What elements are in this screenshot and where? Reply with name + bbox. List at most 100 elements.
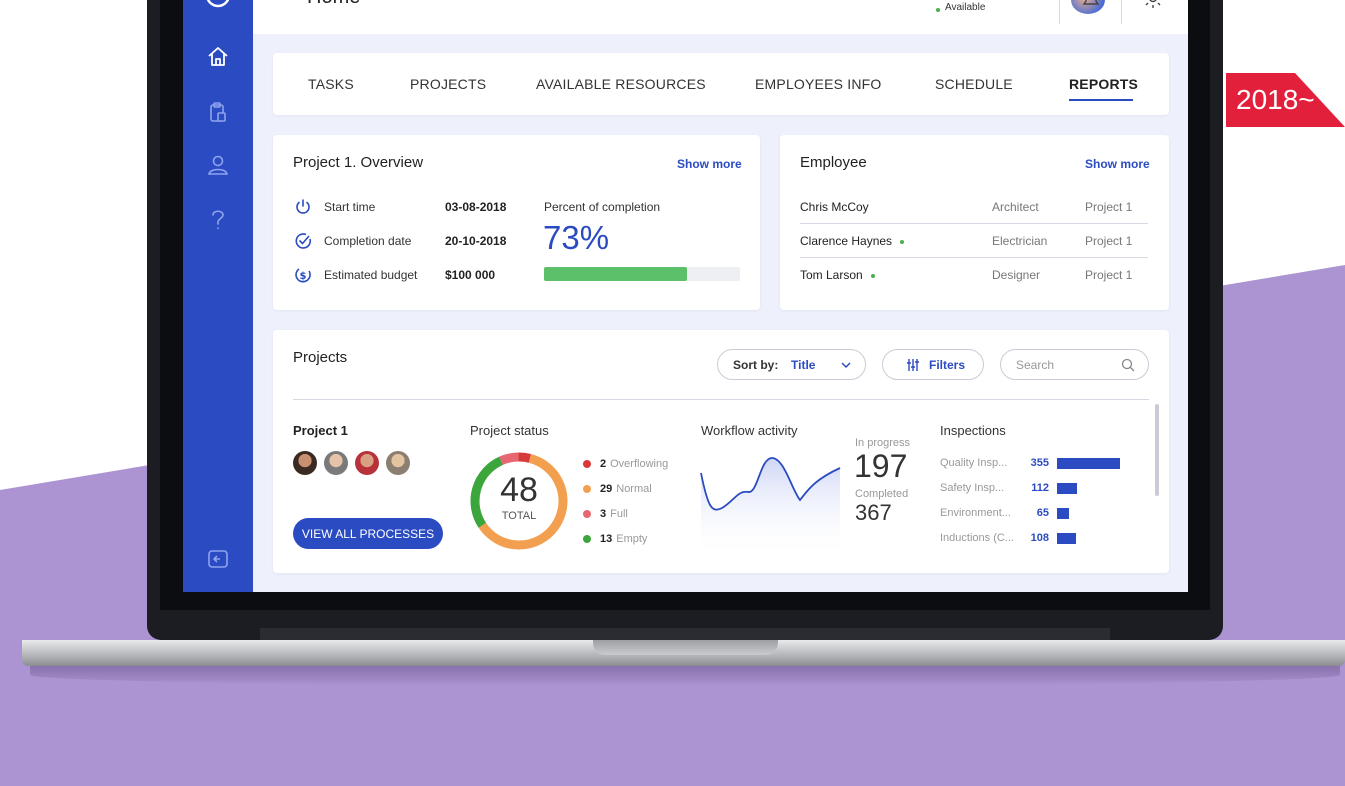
employee-role: Electrician — [992, 234, 1048, 248]
projects-card: Projects Sort by: Title Filters Search P… — [273, 330, 1169, 573]
laptop-shadow — [30, 664, 1340, 686]
avatar[interactable] — [324, 451, 348, 475]
tab-schedule[interactable]: SCHEDULE — [935, 76, 1013, 92]
svg-text:$: $ — [300, 271, 307, 282]
employee-title: Employee — [800, 154, 867, 171]
tab-employees-info[interactable]: EMPLOYEES INFO — [755, 76, 882, 92]
legend-item: 3 Full — [583, 508, 628, 520]
employee-project: Project 1 — [1085, 234, 1133, 248]
page-title: Home — [307, 0, 360, 9]
search-input[interactable]: Search — [1000, 349, 1149, 380]
top-bar: Home Available — [253, 0, 1188, 34]
inspection-value: 65 — [1036, 507, 1049, 519]
employee-name: Tom Larson — [800, 268, 875, 282]
avatar[interactable] — [293, 451, 317, 475]
completion-date-label: Completion date — [324, 234, 412, 248]
tab-projects[interactable]: PROJECTS — [410, 76, 486, 92]
legend-item: 29 Normal — [583, 483, 652, 495]
completion-progress-bar — [544, 267, 740, 281]
status-dot — [936, 8, 940, 12]
inspection-bar — [1057, 458, 1120, 469]
filters-button[interactable]: Filters — [882, 349, 984, 380]
sidebar — [183, 0, 253, 592]
inspection-label: Inductions (C... — [940, 532, 1014, 544]
employee-row[interactable]: Chris McCoy Architect Project 1 — [800, 190, 1148, 224]
completion-date-value: 20-10-2018 — [445, 234, 507, 248]
sort-dropdown[interactable]: Sort by: Title — [717, 349, 866, 380]
inspection-bar — [1057, 483, 1077, 494]
scrollbar[interactable] — [1155, 404, 1159, 496]
completed-label: Completed — [855, 488, 909, 500]
divider — [1059, 0, 1060, 24]
power-icon — [296, 199, 310, 214]
inspection-bar — [1057, 508, 1069, 519]
project-status-title: Project status — [470, 423, 549, 438]
projects-title: Projects — [293, 349, 348, 366]
help-icon[interactable] — [205, 206, 231, 232]
inspection-bar — [1057, 533, 1076, 544]
donut-segment — [499, 452, 519, 465]
employee-role: Designer — [992, 268, 1041, 282]
dollar-circle-icon: $ — [295, 268, 311, 283]
workflow-sparkline — [700, 457, 841, 558]
bell-icon[interactable] — [1079, 0, 1103, 10]
search-placeholder: Search — [1016, 358, 1055, 372]
legend-item: 13 Empty — [583, 533, 647, 545]
inspection-label: Safety Insp... — [940, 482, 1005, 494]
employee-project: Project 1 — [1085, 200, 1133, 214]
employee-name: Clarence Haynes — [800, 234, 905, 248]
active-tab-indicator — [1069, 99, 1133, 101]
view-all-processes-button[interactable]: VIEW ALL PROCESSES — [293, 518, 443, 549]
online-dot — [870, 273, 875, 278]
in-progress-value: 197 — [854, 448, 908, 484]
tab-reports[interactable]: REPORTS — [1069, 76, 1138, 92]
estimated-budget-label: Estimated budget — [324, 268, 418, 282]
employee-row[interactable]: Clarence Haynes Electrician Project 1 — [800, 224, 1148, 258]
tab-available-resources[interactable]: AVAILABLE RESOURCES — [536, 76, 706, 92]
search-icon — [1121, 358, 1135, 372]
employee-project: Project 1 — [1085, 268, 1133, 282]
employee-row[interactable]: Tom Larson Designer Project 1 — [800, 258, 1148, 292]
project-name: Project 1 — [293, 423, 348, 438]
filter-icon — [907, 359, 919, 371]
legend-dot — [583, 485, 591, 493]
completed-value: 367 — [855, 500, 892, 525]
divider — [293, 399, 1149, 400]
filters-label: Filters — [929, 358, 966, 372]
inspection-value: 108 — [1030, 532, 1049, 544]
employee-show-more-link[interactable]: Show more — [1085, 157, 1150, 171]
home-icon[interactable] — [205, 44, 231, 70]
inspection-value: 355 — [1030, 457, 1049, 469]
clipboard-icon[interactable] — [205, 100, 231, 126]
logout-icon[interactable] — [205, 546, 231, 572]
estimated-budget-value: $100 000 — [445, 268, 496, 282]
check-circle-icon — [295, 233, 312, 249]
laptop-notch — [593, 640, 778, 655]
avatar[interactable] — [355, 451, 379, 475]
avatar[interactable] — [386, 451, 410, 475]
legend-dot — [583, 510, 591, 518]
user-icon[interactable] — [205, 152, 231, 178]
overview-show-more-link[interactable]: Show more — [677, 157, 742, 171]
laptop-hinge — [260, 628, 1110, 640]
tab-tasks[interactable]: TASKS — [308, 76, 354, 92]
gear-icon[interactable] — [1141, 0, 1165, 10]
percent-completion-label: Percent of completion — [544, 200, 661, 214]
chevron-down-icon — [841, 362, 851, 369]
start-time-label: Start time — [324, 200, 376, 214]
inspection-value: 112 — [1031, 482, 1049, 494]
overview-title: Project 1. Overview — [293, 154, 424, 171]
start-time-value: 03-08-2018 — [445, 200, 507, 214]
online-dot — [900, 239, 905, 244]
inspections-title: Inspections — [940, 423, 1006, 438]
legend-dot — [583, 460, 591, 468]
logo-icon[interactable] — [205, 0, 231, 8]
status-text: Available — [945, 2, 986, 13]
percent-completion-value: 73% — [543, 219, 610, 256]
legend-dot — [583, 535, 591, 543]
donut-segment — [518, 452, 531, 463]
workflow-title: Workflow activity — [701, 423, 798, 438]
tabs-bar: TASKS PROJECTS AVAILABLE RESOURCES EMPLO… — [273, 53, 1169, 115]
app-screen: Home Available TASKS PROJECTS AVAILABLE … — [183, 0, 1188, 592]
sort-label: Sort by: — [733, 358, 779, 372]
